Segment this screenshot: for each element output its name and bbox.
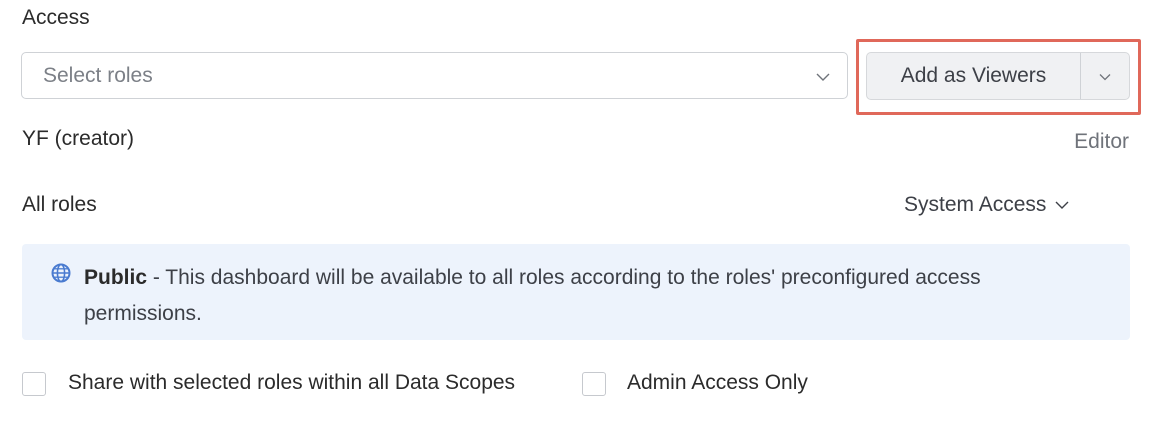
chevron-down-icon [1055, 198, 1069, 212]
globe-icon [51, 263, 71, 283]
creator-name: YF (creator) [22, 127, 135, 150]
all-roles-label: All roles [22, 193, 97, 216]
add-as-viewers-button[interactable]: Add as Viewers [867, 53, 1080, 99]
system-access-label: System Access [904, 193, 1047, 216]
share-data-scopes-label[interactable]: Share with selected roles within all Dat… [68, 371, 515, 395]
role-select[interactable]: Select roles [21, 52, 848, 99]
share-data-scopes-checkbox[interactable] [22, 372, 46, 396]
chevron-down-icon [1099, 71, 1111, 83]
access-section-label: Access [22, 6, 90, 29]
add-as-viewers-split-button[interactable]: Add as Viewers [866, 52, 1130, 100]
system-access-dropdown[interactable]: System Access [904, 193, 1069, 217]
admin-access-only-checkbox[interactable] [582, 372, 606, 396]
creator-role: Editor [1074, 130, 1129, 153]
public-description: - This dashboard will be available to al… [84, 266, 981, 325]
role-select-placeholder: Select roles [43, 64, 153, 87]
chevron-down-icon [816, 70, 830, 84]
public-title: Public [84, 266, 148, 289]
public-info-banner: Public - This dashboard will be availabl… [22, 244, 1130, 340]
public-info-text: Public - This dashboard will be availabl… [84, 260, 1104, 332]
admin-access-only-label[interactable]: Admin Access Only [627, 371, 808, 395]
add-permission-dropdown-button[interactable] [1081, 53, 1129, 99]
